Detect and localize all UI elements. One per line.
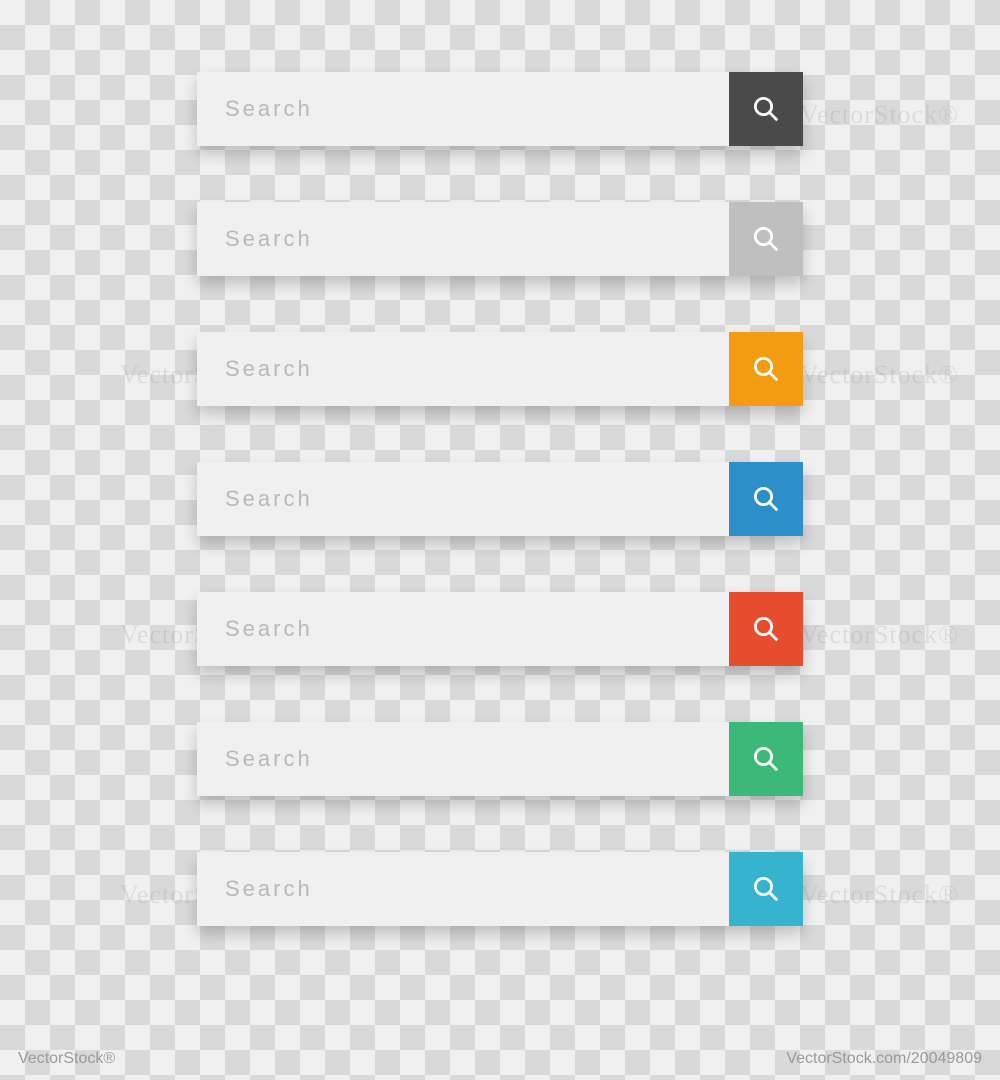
search-input[interactable]: Search: [197, 96, 729, 122]
footer: VectorStock® VectorStock.com/20049809: [0, 1050, 1000, 1068]
search-bar-3: Search: [197, 332, 803, 406]
search-button[interactable]: [729, 72, 803, 146]
search-input[interactable]: Search: [197, 226, 729, 252]
search-icon: [751, 94, 781, 124]
search-button[interactable]: [729, 592, 803, 666]
search-input[interactable]: Search: [197, 356, 729, 382]
search-button[interactable]: [729, 852, 803, 926]
search-icon: [751, 614, 781, 644]
search-icon: [751, 484, 781, 514]
footer-brand: VectorStock®: [18, 1050, 115, 1068]
search-bar-2: Search: [197, 202, 803, 276]
search-bar-1: Search: [197, 72, 803, 146]
search-bar-5: Search: [197, 592, 803, 666]
search-bars-container: Search Search Search Search Search Searc…: [0, 0, 1000, 1080]
search-input[interactable]: Search: [197, 746, 729, 772]
search-bar-6: Search: [197, 722, 803, 796]
search-button[interactable]: [729, 462, 803, 536]
search-icon: [751, 874, 781, 904]
search-input[interactable]: Search: [197, 876, 729, 902]
footer-id: VectorStock.com/20049809: [786, 1050, 982, 1068]
search-button[interactable]: [729, 202, 803, 276]
search-icon: [751, 744, 781, 774]
search-input[interactable]: Search: [197, 616, 729, 642]
search-button[interactable]: [729, 722, 803, 796]
search-bar-4: Search: [197, 462, 803, 536]
search-button[interactable]: [729, 332, 803, 406]
search-icon: [751, 224, 781, 254]
search-bar-7: Search: [197, 852, 803, 926]
search-icon: [751, 354, 781, 384]
search-input[interactable]: Search: [197, 486, 729, 512]
